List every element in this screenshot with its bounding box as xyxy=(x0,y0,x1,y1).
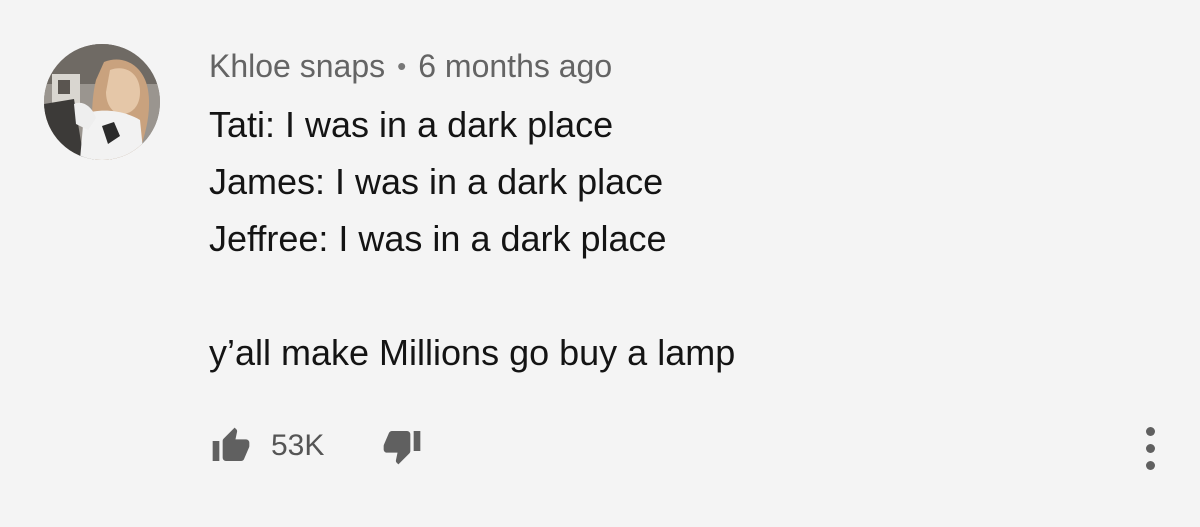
comment-line: y’all make Millions go buy a lamp xyxy=(209,332,736,373)
author-name[interactable]: Khloe snaps xyxy=(209,48,385,85)
comment-card: Khloe snaps • 6 months ago Tati: I was i… xyxy=(0,0,1200,527)
avatar-photo xyxy=(44,44,160,160)
comment-actions: 53K xyxy=(209,420,424,472)
comment-text: Tati: I was in a dark place James: I was… xyxy=(209,96,1109,381)
more-vertical-icon-dot xyxy=(1145,460,1155,470)
thumbs-up-icon xyxy=(212,427,250,461)
thumbs-down-icon xyxy=(384,431,421,465)
comment-timestamp[interactable]: 6 months ago xyxy=(418,48,612,85)
more-vertical-icon xyxy=(1145,426,1155,436)
more-options-button[interactable] xyxy=(1128,418,1172,478)
more-vertical-icon-dot xyxy=(1145,443,1155,453)
comment-line: James: I was in a dark place xyxy=(209,161,664,202)
like-button[interactable] xyxy=(209,424,253,468)
dislike-button[interactable] xyxy=(380,424,424,468)
meta-separator: • xyxy=(397,50,407,81)
comment-line: Jeffree: I was in a dark place xyxy=(209,218,667,259)
comment-meta: Khloe snaps • 6 months ago xyxy=(209,44,612,88)
comment-line: Tati: I was in a dark place xyxy=(209,104,614,145)
avatar[interactable] xyxy=(44,44,160,160)
like-count: 53K xyxy=(271,429,325,462)
comment-blank-line xyxy=(209,267,1109,324)
